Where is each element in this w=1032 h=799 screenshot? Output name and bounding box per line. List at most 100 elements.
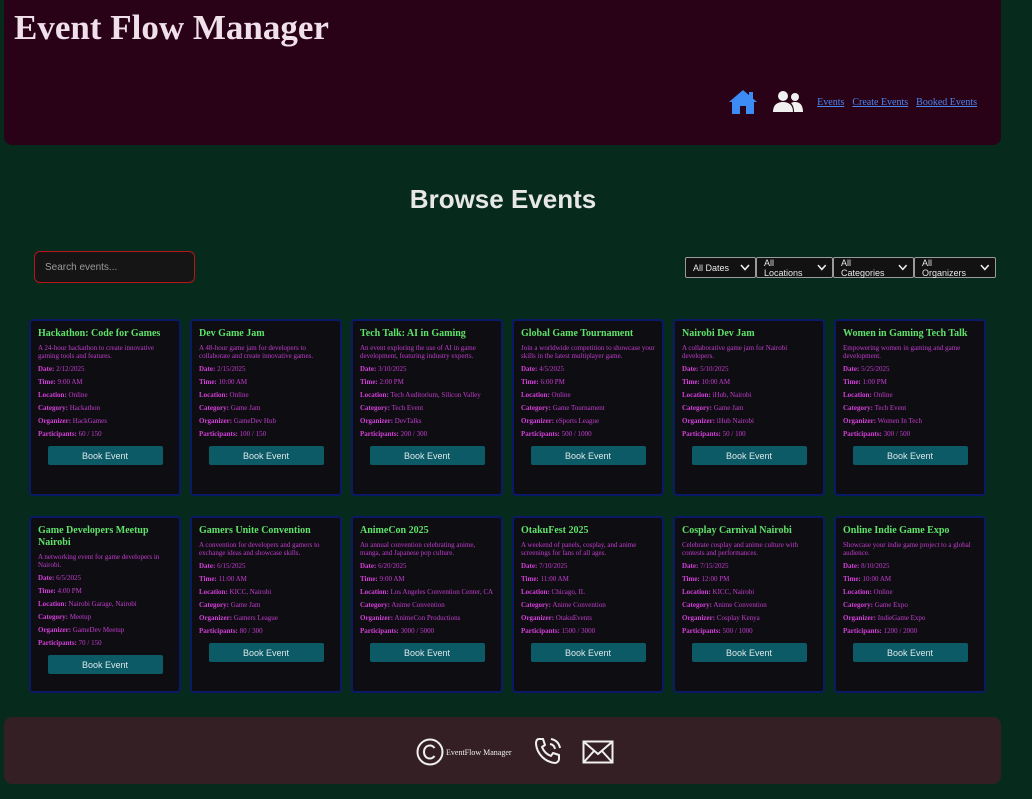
book-event-button[interactable]: Book Event <box>530 446 646 465</box>
book-event-button[interactable]: Book Event <box>208 446 324 465</box>
event-date: Date: 7/10/2025 <box>521 562 655 570</box>
event-time: Time: 6:00 PM <box>521 378 655 386</box>
event-time: Time: 12:00 PM <box>682 575 816 583</box>
event-participants-value: 3000 / 5000 <box>400 627 435 635</box>
event-location-label: Location: <box>199 391 228 399</box>
book-event-button[interactable]: Book Event <box>47 655 163 674</box>
event-time-label: Time: <box>843 378 861 386</box>
event-title: Hackathon: Code for Games <box>38 328 161 339</box>
event-organizer-label: Organizer: <box>38 626 72 634</box>
event-card: Women in Gaming Tech Talk Empowering wome… <box>834 319 986 496</box>
book-event-button[interactable]: Book Event <box>369 446 485 465</box>
event-description: Showcase your indie game project to a gl… <box>843 541 971 557</box>
event-participants: Participants: 300 / 500 <box>843 430 977 438</box>
event-location-label: Location: <box>360 588 389 596</box>
event-participants-value: 500 / 1000 <box>561 430 592 438</box>
book-event-button[interactable]: Book Event <box>369 643 485 662</box>
event-card: OtakuFest 2025 A weekend of panels, cospl… <box>512 516 664 693</box>
organizer-filter-select[interactable]: All Organizers <box>914 257 996 278</box>
event-category: Category: Tech Event <box>843 404 977 412</box>
event-participants-value: 1500 / 3000 <box>561 627 596 635</box>
event-organizer-value: GameDev Meetup <box>72 626 125 634</box>
users-icon[interactable] <box>772 90 804 114</box>
category-filter-select[interactable]: All Categories <box>833 257 914 278</box>
event-category: Category: Hackathon <box>38 404 172 412</box>
location-filter-select[interactable]: All Locations <box>756 257 833 278</box>
event-organizer-value: eSports League <box>555 417 600 425</box>
event-organizer: Organizer: OtakuEvents <box>521 614 655 622</box>
event-participants-value: 200 / 300 <box>400 430 428 438</box>
book-event-button[interactable]: Book Event <box>691 446 807 465</box>
date-filter-select[interactable]: All Dates <box>685 257 756 278</box>
event-time-value: 10:00 AM <box>862 575 892 583</box>
nav-link-create-events[interactable]: Create Events <box>852 97 908 108</box>
event-location: Location: Online <box>843 391 977 399</box>
event-time: Time: 11:00 AM <box>199 575 333 583</box>
event-organizer: Organizer: AnimeCon Productions <box>360 614 494 622</box>
event-date-label: Date: <box>199 562 216 570</box>
event-description: Join a worldwide competition to showcase… <box>521 344 655 360</box>
event-description: A 24-hour hackathon to create innovative… <box>38 344 155 360</box>
event-category: Category: Anime Convention <box>521 601 655 609</box>
home-icon[interactable] <box>728 89 758 115</box>
event-category: Category: Game Jam <box>682 404 816 412</box>
event-category-label: Category: <box>360 404 390 412</box>
event-organizer-label: Organizer: <box>682 417 716 425</box>
event-time-value: 6:00 PM <box>540 378 565 386</box>
event-grid: Hackathon: Code for Games A 24-hour hacka… <box>29 319 989 693</box>
book-event-button[interactable]: Book Event <box>691 643 807 662</box>
event-time-label: Time: <box>843 575 861 583</box>
event-title: Nairobi Dev Jam <box>682 328 755 339</box>
event-participants: Participants: 1200 / 2000 <box>843 627 977 635</box>
event-time: Time: 4:00 PM <box>38 587 172 595</box>
event-participants-value: 500 / 1000 <box>722 627 753 635</box>
search-input[interactable] <box>34 251 195 283</box>
event-participants-value: 1200 / 2000 <box>883 627 918 635</box>
event-location-value: Nairobi Garage, Nairobi <box>68 600 137 608</box>
phone-icon[interactable] <box>532 736 564 768</box>
book-event-button[interactable]: Book Event <box>530 643 646 662</box>
nav-link-events[interactable]: Events <box>817 97 844 108</box>
event-description: A collaborative game jam for Nairobi dev… <box>682 344 788 360</box>
mail-icon[interactable] <box>582 740 614 764</box>
nav-link-booked-events[interactable]: Booked Events <box>916 97 977 108</box>
event-organizer-label: Organizer: <box>360 417 394 425</box>
event-time-label: Time: <box>38 378 56 386</box>
event-category-value: Meetup <box>69 613 92 621</box>
event-participants-label: Participants: <box>521 430 560 438</box>
event-location: Location: Chicago, IL <box>521 588 655 596</box>
event-location: Location: KICC, Nairobi <box>682 588 816 596</box>
event-title: Online Indie Game Expo <box>843 525 950 536</box>
event-category: Category: Anime Convention <box>682 601 816 609</box>
event-time: Time: 10:00 AM <box>199 378 333 386</box>
event-organizer-value: GameDev Hub <box>233 417 276 425</box>
event-date-label: Date: <box>521 562 538 570</box>
event-date-label: Date: <box>843 562 860 570</box>
event-category-value: Tech Event <box>391 404 424 412</box>
event-category: Category: Game Jam <box>199 404 333 412</box>
event-date: Date: 2/12/2025 <box>38 365 172 373</box>
event-date: Date: 3/10/2025 <box>360 365 494 373</box>
event-date-value: 8/10/2025 <box>861 562 890 570</box>
book-event-button[interactable]: Book Event <box>47 446 163 465</box>
event-time-label: Time: <box>682 575 700 583</box>
event-organizer: Organizer: Cosplay Kenya <box>682 614 816 622</box>
event-time-value: 11:00 AM <box>540 575 569 583</box>
event-description: A networking event for game developers i… <box>38 553 160 569</box>
event-description: A 48-hour game jam for developers to col… <box>199 344 314 360</box>
event-participants: Participants: 60 / 150 <box>38 430 172 438</box>
event-time-label: Time: <box>521 378 539 386</box>
location-filter-value: All Locations <box>764 257 803 278</box>
footer: EventFlow Manager <box>4 717 1001 784</box>
event-date-label: Date: <box>843 365 860 373</box>
book-event-button[interactable]: Book Event <box>208 643 324 662</box>
event-card: Online Indie Game Expo Showcase your indi… <box>834 516 986 693</box>
book-event-button[interactable]: Book Event <box>852 643 968 662</box>
event-location-label: Location: <box>843 391 872 399</box>
event-title: Game Developers Meetup Nairobi <box>38 525 149 548</box>
event-date: Date: 8/10/2025 <box>843 562 977 570</box>
event-date: Date: 6/5/2025 <box>38 574 172 582</box>
event-time-label: Time: <box>199 575 217 583</box>
book-event-button[interactable]: Book Event <box>852 446 968 465</box>
event-date-value: 5/10/2025 <box>700 365 729 373</box>
